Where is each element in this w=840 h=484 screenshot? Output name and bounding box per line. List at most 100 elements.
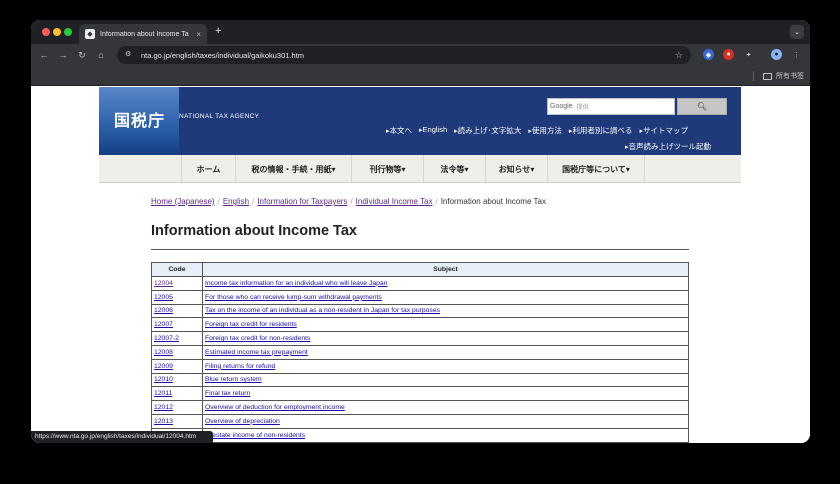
all-bookmarks-label: 所有书签 (776, 73, 804, 80)
new-tab-button[interactable]: + (215, 25, 221, 37)
table-row: 12011 Final tax return (151, 386, 689, 402)
subject-link[interactable]: Overview of deduction for employment inc… (205, 404, 345, 411)
extensions-puzzle-icon[interactable]: ✦ (743, 49, 754, 60)
breadcrumb-taxpayers[interactable]: Information for Taxpayers (257, 197, 347, 206)
breadcrumb-individual[interactable]: Individual Income Tax (356, 197, 433, 206)
site-info-icon[interactable]: ⚙ (125, 50, 135, 60)
nav-tax-info[interactable]: 税の情報・手続・用紙▾ (235, 155, 351, 183)
site-search-input[interactable]: Google 提供 (547, 98, 675, 115)
reload-icon[interactable]: ↻ (75, 48, 89, 62)
code-link[interactable]: 12010 (154, 376, 173, 383)
forward-arrow-icon[interactable]: → (56, 48, 70, 62)
breadcrumb-home[interactable]: Home (Japanese) (151, 197, 215, 206)
subject-link[interactable]: Filing returns for refund (205, 363, 275, 370)
code-link[interactable]: 12011 (154, 390, 172, 397)
link-status-bar: https://www.nta.go.jp/english/taxes/indi… (31, 431, 213, 443)
code-cell: 12012 (151, 400, 203, 415)
table-row: 12004 Income tax information for an indiv… (151, 276, 689, 291)
subject-link[interactable]: Foreign tax credit for non-residents (205, 335, 310, 342)
subject-cell: Blue return system (202, 372, 689, 388)
tab-bar: ◆ Information about Income Ta × + ⌄ (31, 20, 810, 44)
nav-about[interactable]: 国税庁等について▾ (547, 155, 645, 183)
subject-cell: Foreign tax credit for residents (202, 317, 689, 333)
home-icon[interactable]: ⌂ (94, 48, 108, 62)
search-button[interactable]: 🔍︎ (677, 98, 727, 115)
subject-cell: Final tax return (202, 386, 689, 402)
nav-notices[interactable]: お知らせ▾ (485, 155, 547, 183)
link-english[interactable]: English (419, 125, 448, 136)
code-link[interactable]: 12007-2 (154, 335, 179, 342)
extension-icon[interactable]: ◆ (703, 49, 714, 60)
code-link[interactable]: 12005 (154, 294, 173, 301)
table-row: 12007 Foreign tax credit for residents (151, 317, 689, 333)
browser-tab[interactable]: ◆ Information about Income Ta × (79, 24, 207, 44)
table-row: 12013 Overview of depreciation (151, 413, 689, 429)
link-how-to-use[interactable]: 使用方法 (528, 125, 562, 136)
bookmarks-divider (753, 71, 754, 81)
window-maximize-button[interactable] (64, 28, 72, 36)
link-voice-tool[interactable]: 音声読み上げツール起動 (625, 141, 712, 152)
window-close-button[interactable] (42, 28, 50, 36)
back-arrow-icon[interactable]: ← (37, 48, 51, 62)
subject-link[interactable]: Final tax return (205, 390, 250, 397)
subject-link[interactable]: Tax on the income of an individual as a … (205, 307, 440, 314)
column-header-subject: Subject (202, 262, 689, 277)
profile-avatar-icon[interactable]: ● (771, 49, 782, 60)
code-link[interactable]: 12009 (154, 363, 173, 370)
code-cell: 12010 (151, 372, 203, 388)
code-link[interactable]: 12004 (154, 280, 173, 287)
breadcrumb-english[interactable]: English (223, 197, 249, 206)
code-link[interactable]: 12008 (154, 349, 173, 356)
code-link[interactable]: 12012 (154, 404, 173, 411)
nav-publications[interactable]: 刊行物等▾ (351, 155, 423, 183)
table-header-row: Code Subject (151, 262, 689, 277)
subject-cell: Filing returns for refund (202, 358, 689, 374)
subject-link[interactable]: Foreign tax credit for residents (205, 321, 297, 328)
nav-laws[interactable]: 法令等▾ (423, 155, 485, 183)
link-skip-to-content[interactable]: 本文へ (386, 125, 413, 136)
bookmark-star-icon[interactable]: ☆ (675, 50, 683, 61)
code-cell: 12009 (151, 358, 203, 374)
code-link[interactable]: 12007 (154, 321, 173, 328)
url-text: nta.go.jp/english/taxes/individual/gaiko… (141, 50, 305, 60)
link-read-aloud[interactable]: 読み上げ･文字拡大 (454, 125, 522, 136)
subject-link[interactable]: For those who can receive lump-sum withd… (205, 294, 382, 301)
page-title: Information about Income Tax (151, 223, 357, 239)
subject-cell: Income tax information for an individual… (202, 276, 689, 291)
code-cell: 12013 (151, 413, 203, 429)
subject-cell: For those who can receive lump-sum withd… (202, 289, 689, 305)
tab-close-icon[interactable]: × (196, 30, 201, 39)
utility-links: 本文へ English 読み上げ･文字拡大 使用方法 利用者別に調べる サイトマ… (386, 125, 688, 136)
main-navigation: ホーム 税の情報・手続・用紙▾ 刊行物等▾ 法令等▾ お知らせ▾ 国税庁等につい… (99, 155, 741, 183)
site-header-banner: 国税庁 NATIONAL TAX AGENCY Google 提供 🔍︎ 本文へ… (99, 87, 741, 155)
subject-link[interactable]: Estimated income tax prepayment (205, 349, 308, 356)
nav-home[interactable]: ホーム (181, 155, 235, 183)
tab-title: Information about Income Ta (100, 30, 189, 38)
site-logo-title[interactable]: 国税庁 (114, 107, 165, 131)
menu-kebab-icon[interactable]: ⋮ (791, 49, 802, 60)
tab-search-button[interactable]: ⌄ (790, 25, 804, 39)
address-bar[interactable]: ⚙ nta.go.jp/english/taxes/individual/gai… (117, 46, 691, 64)
subject-cell: al estate income of non-residents (202, 427, 689, 443)
subject-link[interactable]: al estate income of non-residents (205, 432, 305, 439)
table-row: al estate income of non-residents (151, 427, 689, 443)
subject-link[interactable]: Overview of depreciation (205, 418, 280, 425)
column-header-code: Code (151, 262, 203, 277)
code-link[interactable]: 12013 (154, 418, 173, 425)
web-page: 国税庁 NATIONAL TAX AGENCY Google 提供 🔍︎ 本文へ… (31, 87, 810, 443)
folder-icon (763, 72, 772, 80)
code-cell: 12004 (151, 276, 203, 291)
extension-badge-icon[interactable]: ● (723, 49, 734, 60)
link-by-user[interactable]: 利用者別に調べる (569, 125, 632, 136)
search-brand-label: Google (550, 103, 573, 110)
bookmarks-bar: 所有书签 (31, 66, 810, 86)
table-row: 12012 Overview of deduction for employmen… (151, 400, 689, 415)
all-bookmarks-folder[interactable]: 所有书签 (763, 71, 804, 81)
subject-link[interactable]: Income tax information for an individual… (205, 280, 387, 287)
breadcrumb-current: Information about Income Tax (440, 197, 546, 206)
window-minimize-button[interactable] (53, 28, 61, 36)
subject-link[interactable]: Blue return system (205, 376, 262, 383)
code-link[interactable]: 12006 (154, 307, 173, 314)
link-sitemap[interactable]: サイトマップ (639, 125, 688, 136)
browser-toolbar: ← → ↻ ⌂ ⚙ nta.go.jp/english/taxes/indivi… (31, 44, 810, 66)
